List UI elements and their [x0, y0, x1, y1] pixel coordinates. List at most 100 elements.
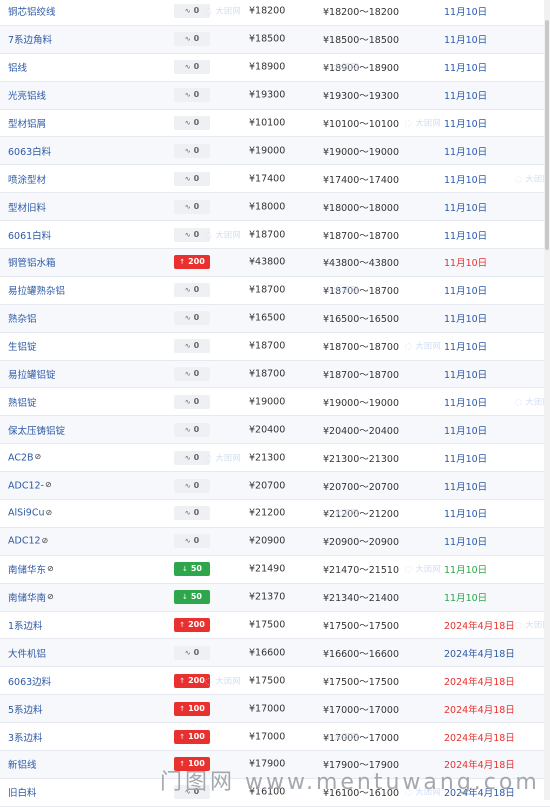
price-value: ¥16600: [249, 647, 286, 659]
change-value: 0: [193, 396, 200, 406]
table-row[interactable]: AlSi9Cu⊘∿0¥21200¥21200～2120011月10日大团网: [0, 500, 550, 528]
change-value: 200: [188, 675, 205, 685]
change-badge: ∿ 0: [174, 422, 210, 437]
table-row[interactable]: 6063白料 ∿ 0 ¥19000 ¥19000～19000 11月10日: [0, 137, 550, 166]
tilde-arrow-icon: ∿: [184, 425, 191, 434]
product-name-link[interactable]: 7系边角料: [8, 32, 52, 46]
price-range: ¥18000～18000: [323, 202, 399, 214]
table-row[interactable]: 熟杂铝 ∿ 0 ¥16500 ¥16500～16500 11月10日: [0, 304, 550, 333]
update-date: 11月10日: [444, 230, 488, 242]
product-name-link[interactable]: 6063白料: [8, 144, 51, 158]
product-name-link[interactable]: 易拉罐铝锭: [8, 367, 56, 381]
table-row[interactable]: 南储华东⊘ ↓50 ¥21490 ¥21470～21510 11月10日大团网: [0, 556, 550, 584]
product-name-link[interactable]: 铝线: [8, 60, 27, 74]
table-row[interactable]: 6063边料 ↑200 ¥17500 ¥17500～17500 2024年4月18日 大团…: [0, 667, 550, 696]
table-row[interactable]: 光亮铝线 ∿ 0 ¥19300 ¥19300～19300 11月10日: [0, 81, 550, 110]
change-badge: ∿ 0: [174, 143, 210, 158]
table-row[interactable]: 铜芯铝绞线 ∿0 ¥18200 ¥18200～18200 11月10日 大团网: [0, 0, 550, 26]
product-name-link[interactable]: 新铝线: [8, 757, 37, 771]
price-range: ¥43800～43800: [323, 258, 399, 270]
table-row[interactable]: 1系边料↑200¥17500¥17500～175002024年4月18日大团网: [0, 612, 550, 640]
product-name-link[interactable]: 喷涂型材: [8, 172, 46, 186]
table-row[interactable]: 型材铝屑 ∿0 ¥10100 ¥10100～10100 11月10日大团网: [0, 110, 550, 138]
price-value: ¥16500: [249, 312, 286, 324]
product-name-link[interactable]: ADC12: [8, 536, 41, 547]
table-row[interactable]: 5系边料 ↑ 100 ¥17000 ¥17000～17000 2024年4月18日: [0, 695, 550, 724]
row-watermark: 大团网: [323, 508, 359, 519]
table-row[interactable]: ADC12- ⊘ ∿ 0 ¥20700 ¥20700～20700 11月10日: [0, 472, 550, 501]
table-row[interactable]: 型材旧料 ∿ 0 ¥18000 ¥18000～18000 11月10日: [0, 193, 550, 222]
update-date: 11月10日: [444, 146, 488, 158]
update-date: 2024年4月18日: [444, 732, 515, 744]
change-value: 0: [193, 90, 200, 100]
table-row[interactable]: 铝线∿0¥18900¥18900～1890011月10日大团网: [0, 54, 550, 82]
update-date: 11月10日: [444, 565, 488, 577]
table-row[interactable]: 6061白料 ∿0 ¥18700 ¥18700～18700 11月10日 大团网: [0, 221, 550, 250]
tilde-arrow-icon: ∿: [184, 230, 191, 239]
product-name-link[interactable]: 铜管铝水箱: [8, 255, 56, 269]
table-row[interactable]: 7系边角料 ∿ 0 ¥18500 ¥18500～18500 11月10日: [0, 25, 550, 54]
product-name-link[interactable]: 易拉罐熟杂铝: [8, 283, 65, 297]
product-name-link[interactable]: 3系边料: [8, 730, 43, 744]
tilde-arrow-icon: ∿: [184, 286, 191, 295]
product-name-link[interactable]: 保太压铸铝锭: [8, 423, 65, 437]
table-row[interactable]: AC2B⊘ ∿0 ¥21300 ¥21300～21300 11月10日 大团网: [0, 444, 550, 473]
product-name-link[interactable]: 生铝锭: [8, 339, 37, 353]
product-name-link[interactable]: 熟杂铝: [8, 311, 37, 325]
table-row[interactable]: 生铝锭 ∿0 ¥18700 ¥18700～18700 11月10日大团网: [0, 333, 550, 361]
table-row[interactable]: 熟铝锭∿0¥19000¥19000～1900011月10日大团网: [0, 388, 550, 417]
change-value: 0: [193, 285, 200, 295]
table-row[interactable]: 大件机铝 ∿ 0 ¥16600 ¥16600～16600 2024年4月18日: [0, 639, 550, 668]
row-watermark: 大团网: [405, 341, 441, 352]
product-name-link[interactable]: AlSi9Cu: [8, 508, 45, 519]
update-date: 11月10日: [444, 202, 488, 214]
product-name-link[interactable]: 熟铝锭: [8, 395, 37, 409]
table-row[interactable]: 3系边料↑100¥17000¥17000～170002024年4月18日大团网: [0, 723, 550, 752]
change-value: 100: [188, 703, 205, 713]
table-row[interactable]: 铜管铝水箱 ↑ 200 ¥43800 ¥43800～43800 11月10日: [0, 249, 550, 277]
price-value: ¥18700: [249, 340, 286, 352]
change-badge: ∿ 0: [174, 283, 210, 298]
product-name-link[interactable]: 南储华南: [8, 590, 46, 604]
product-name-link[interactable]: 5系边料: [8, 702, 43, 716]
change-badge: ↑ 200: [174, 255, 210, 270]
price-range: ¥16500～16500: [323, 314, 399, 326]
product-name-link[interactable]: ADC12-: [8, 480, 44, 491]
product-name-link[interactable]: 6063边料: [8, 674, 51, 688]
change-value: 0: [193, 34, 200, 44]
scrollbar-thumb[interactable]: [545, 20, 549, 250]
product-name-link[interactable]: AC2B: [8, 452, 34, 463]
product-name-link[interactable]: 型材铝屑: [8, 116, 46, 130]
table-row[interactable]: 南储华南 ⊘ ↓ 50 ¥21370 ¥21340～21400 11月10日: [0, 583, 550, 612]
update-date: 2024年4月18日: [444, 648, 515, 660]
product-name-link[interactable]: 大件机铝: [8, 646, 46, 660]
table-row[interactable]: 喷涂型材∿0¥17400¥17400～1740011月10日大团网: [0, 165, 550, 194]
tilde-arrow-icon: ∿: [184, 146, 191, 155]
update-date: 11月10日: [444, 453, 488, 465]
product-name-link[interactable]: 旧白料: [8, 785, 37, 799]
arrow-up-icon: ↑: [179, 704, 186, 713]
change-value: 0: [193, 201, 200, 211]
table-row[interactable]: 易拉罐铝锭 ∿ 0 ¥18700 ¥18700～18700 11月10日: [0, 360, 550, 389]
change-badge: ∿ 0: [174, 60, 210, 75]
scrollbar[interactable]: [544, 0, 550, 800]
product-name-link[interactable]: 南储华东: [8, 562, 46, 576]
price-range: ¥18700～18700: [323, 230, 399, 242]
product-name-link[interactable]: 铜芯铝绞线: [8, 4, 56, 18]
tilde-arrow-icon: ∿: [184, 342, 191, 351]
product-name-link[interactable]: 光亮铝线: [8, 88, 46, 102]
table-row[interactable]: ADC12 ⊘ ∿ 0 ¥20900 ¥20900～20900 11月10日: [0, 527, 550, 556]
product-name-link[interactable]: 型材旧料: [8, 200, 46, 214]
change-badge: ∿ 0: [174, 116, 210, 130]
product-name-link[interactable]: 1系边料: [8, 618, 43, 632]
product-name-link[interactable]: 6061白料: [8, 228, 51, 242]
change-badge: ∿ 0: [174, 367, 210, 382]
price-value: ¥21370: [249, 591, 286, 603]
update-date: 11月10日: [444, 286, 488, 298]
table-row[interactable]: 保太压铸铝锭 ∿ 0 ¥20400 ¥20400～20400 11月10日: [0, 416, 550, 445]
arrow-up-icon: ↑: [179, 676, 186, 685]
badge-mark-icon: ⊘: [47, 591, 54, 601]
table-row[interactable]: 易拉罐熟杂铝∿0¥18700¥18700～1870011月10日大团网: [0, 277, 550, 305]
row-watermark: 大团网: [323, 731, 359, 742]
row-watermark: 大团网: [205, 6, 241, 17]
